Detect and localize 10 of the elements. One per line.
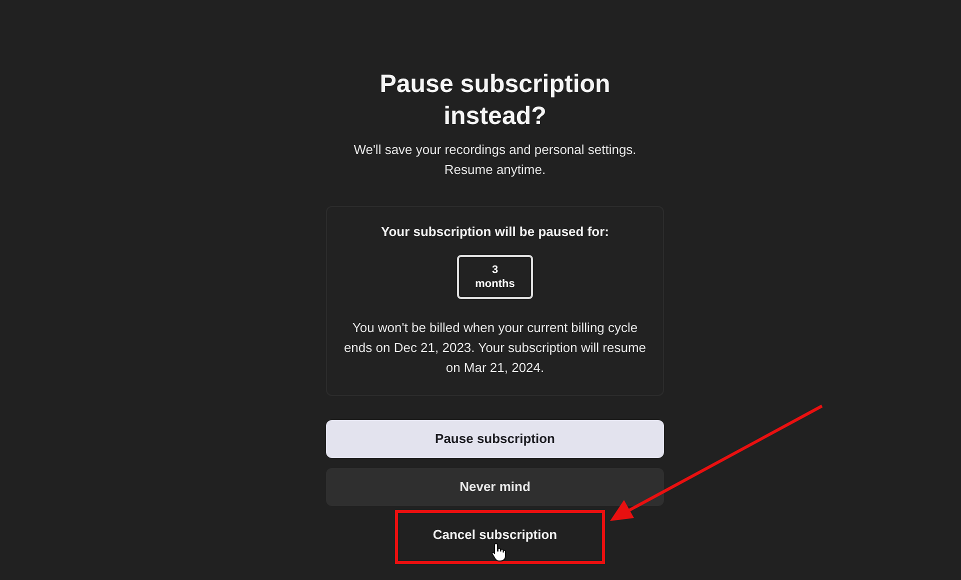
subtitle-text: We'll save your recordings and personal settings.: [354, 141, 636, 159]
billing-note: You won't be billed when your current billing cycle ends on Dec 21, 2023. Your subscription will resume on Mar 21, 2024.: [343, 319, 647, 377]
hand-cursor-icon: [491, 542, 507, 562]
dialog-title: Pause subscription instead?: [378, 69, 612, 132]
pause-button[interactable]: Pause subscription: [326, 420, 664, 458]
never-mind-button[interactable]: Never mind: [326, 468, 664, 506]
subtitle-text: Resume anytime.: [444, 161, 546, 179]
cancel-link[interactable]: Cancel subscription: [424, 516, 566, 554]
duration-option[interactable]: 3 months: [457, 255, 533, 299]
card-heading: Your subscription will be paused for:: [380, 223, 609, 241]
